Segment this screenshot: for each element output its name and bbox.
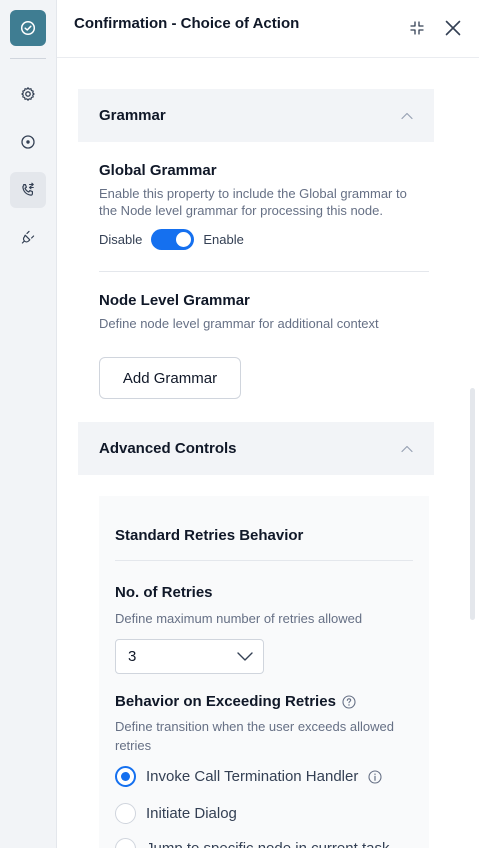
panel-header: Confirmation - Choice of Action	[57, 0, 479, 58]
chevron-up-icon	[401, 440, 413, 458]
behavior-label: Behavior on Exceeding Retries	[115, 693, 336, 710]
toggle-disable-label: Disable	[99, 232, 143, 247]
node-grammar-desc: Define node level grammar for additional…	[99, 316, 379, 331]
radio-option-label: Invoke Call Termination Handler	[146, 768, 359, 785]
help-icon[interactable]	[342, 694, 356, 709]
radio-option-label: Jump to specific node in current task	[146, 840, 389, 848]
chevron-down-icon	[237, 648, 253, 665]
behavior-desc-line2: retries	[115, 738, 152, 753]
radio-option-label: Initiate Dialog	[146, 805, 237, 822]
plug-icon[interactable]	[10, 219, 46, 255]
info-icon[interactable]	[368, 769, 382, 784]
global-grammar-toggle[interactable]	[151, 229, 195, 250]
retries-select-value: 3	[128, 648, 137, 665]
retries-select[interactable]: 3	[115, 639, 264, 674]
scrollbar-thumb[interactable]	[470, 388, 475, 620]
retries-label: No. of Retries	[115, 584, 213, 601]
page-title: Confirmation - Choice of Action	[74, 15, 300, 32]
gear-icon[interactable]	[10, 76, 46, 112]
grammar-section-title: Grammar	[99, 107, 166, 124]
retries-panel: Standard Retries Behavior No. of Retries…	[99, 496, 429, 848]
global-grammar-title: Global Grammar	[99, 162, 217, 179]
add-grammar-button[interactable]: Add Grammar	[99, 357, 241, 399]
advanced-section-title: Advanced Controls	[99, 440, 237, 457]
behavior-label-row: Behavior on Exceeding Retries	[115, 693, 356, 710]
toggle-enable-label: Enable	[203, 232, 244, 247]
radio-option-invoke-termination[interactable]: Invoke Call Termination Handler	[115, 766, 382, 787]
rail-divider	[10, 58, 46, 59]
advanced-section-header[interactable]: Advanced Controls	[78, 422, 434, 475]
behavior-desc-line1: Define transition when the user exceeds …	[115, 719, 394, 734]
phone-transfer-icon[interactable]	[10, 172, 46, 208]
left-rail	[0, 0, 57, 848]
node-grammar-title: Node Level Grammar	[99, 292, 250, 309]
radio-button[interactable]	[115, 803, 136, 824]
radio-button-selected[interactable]	[115, 766, 136, 787]
radio-option-initiate-dialog[interactable]: Initiate Dialog	[115, 803, 237, 824]
grammar-divider	[99, 271, 429, 272]
target-icon[interactable]	[10, 124, 46, 160]
close-icon[interactable]	[442, 17, 464, 39]
toggle-knob	[176, 232, 192, 247]
retries-panel-divider	[115, 560, 413, 561]
radio-option-jump-to-node[interactable]: Jump to specific node in current task	[115, 838, 389, 848]
retries-panel-title: Standard Retries Behavior	[115, 527, 304, 544]
panel-content: Grammar Global Grammar Enable this prope…	[57, 58, 479, 848]
chevron-up-icon	[401, 107, 413, 125]
retries-desc: Define maximum number of retries allowed	[115, 611, 363, 626]
global-grammar-toggle-row: Disable Enable	[99, 229, 244, 250]
grammar-section-header[interactable]: Grammar	[78, 89, 434, 142]
radio-button[interactable]	[115, 838, 136, 848]
global-grammar-desc-line2: the Node level grammar for processing th…	[99, 203, 383, 218]
check-circle-icon[interactable]	[10, 10, 46, 46]
collapse-icon[interactable]	[406, 17, 428, 39]
